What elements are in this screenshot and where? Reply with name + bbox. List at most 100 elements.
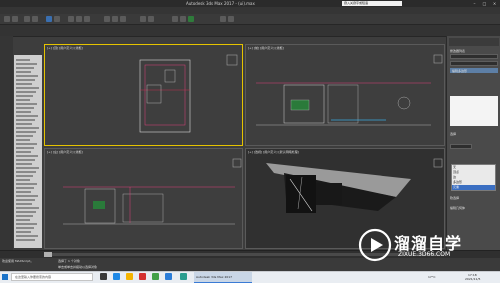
left-view-drawing [63, 158, 242, 225]
scene-explorer-row[interactable] [16, 143, 37, 145]
viewport-left[interactable]: [+] [左] [用户定义] [线框] [44, 148, 243, 249]
dropdown-options-list[interactable]: 无 顶点 边 多边形 元素 [451, 164, 496, 191]
scene-explorer-row[interactable] [16, 187, 34, 189]
scene-explorer-row[interactable] [16, 199, 35, 201]
align-icon[interactable] [148, 16, 154, 22]
scene-explorer-row[interactable] [16, 71, 31, 73]
scene-explorer-row[interactable] [16, 231, 31, 233]
modifier-stack-item[interactable]: 编辑多边形 [450, 68, 498, 73]
rollout-soft-selection[interactable]: 软选择 [450, 196, 459, 200]
scene-explorer-row[interactable] [16, 91, 36, 93]
angle-snap-icon[interactable] [112, 16, 118, 22]
play-logo-icon [358, 228, 392, 262]
scale-icon[interactable] [84, 16, 90, 22]
material-editor-icon[interactable] [172, 16, 178, 22]
edge-browser-icon[interactable] [113, 273, 120, 280]
select-region-icon[interactable] [54, 16, 60, 22]
weather-temp[interactable]: 17°C [428, 275, 435, 279]
scene-explorer-row[interactable] [16, 203, 32, 205]
app-icon-blue[interactable] [165, 273, 172, 280]
scene-explorer-row[interactable] [16, 175, 33, 177]
scene-explorer-row[interactable] [16, 123, 32, 125]
scene-explorer-row[interactable] [16, 103, 37, 105]
scene-explorer-row[interactable] [16, 127, 39, 129]
scene-explorer-row[interactable] [16, 99, 30, 101]
time-slider-handle[interactable] [44, 252, 52, 257]
scene-explorer-row[interactable] [16, 163, 32, 165]
scene-explorer-row[interactable] [16, 119, 35, 121]
task-view-icon[interactable] [100, 273, 107, 280]
3dsmax-icon[interactable] [180, 273, 187, 280]
app-icon-green[interactable] [152, 273, 159, 280]
scene-explorer-row[interactable] [16, 211, 36, 213]
scene-explorer-row[interactable] [16, 63, 37, 65]
object-name-field[interactable] [450, 54, 498, 59]
move-icon[interactable] [68, 16, 74, 22]
minimize-button[interactable]: – [470, 1, 479, 6]
scene-explorer-row[interactable] [16, 111, 31, 113]
scene-explorer-row[interactable] [16, 115, 38, 117]
close-button[interactable]: × [490, 1, 499, 6]
scene-explorer-row[interactable] [16, 151, 31, 153]
modifier-list-dropdown[interactable] [450, 61, 498, 66]
scene-explorer-row[interactable] [16, 107, 34, 109]
windows-start-icon[interactable] [2, 274, 8, 280]
modifier-stack-list[interactable] [450, 96, 498, 126]
scene-explorer-row[interactable] [16, 159, 35, 161]
viewport-top[interactable]: [+] [顶] [用户定义] [线框] [44, 44, 243, 146]
render-icon[interactable] [188, 16, 194, 22]
rollout-edit-geometry[interactable]: 编辑几何体 [450, 206, 465, 210]
scene-explorer[interactable] [14, 55, 42, 248]
file-explorer-icon[interactable] [126, 273, 133, 280]
app-icon-red[interactable] [139, 273, 146, 280]
clock-date[interactable]: 2021/11/5 [465, 277, 480, 281]
scene-explorer-row[interactable] [16, 131, 36, 133]
rollout-selection[interactable]: 选择 [450, 132, 456, 136]
scene-explorer-row[interactable] [16, 195, 38, 197]
scene-explorer-row[interactable] [16, 191, 31, 193]
percent-snap-icon[interactable] [120, 16, 126, 22]
undo-icon[interactable] [4, 16, 10, 22]
link-icon[interactable] [24, 16, 30, 22]
viewport-front[interactable]: [+] [前] [用户定义] [线框] [245, 44, 445, 146]
scene-explorer-row[interactable] [16, 207, 39, 209]
scene-explorer-row[interactable] [16, 75, 38, 77]
maximize-button[interactable]: □ [480, 1, 489, 6]
scene-explorer-row[interactable] [16, 147, 34, 149]
taskbar-search-box[interactable]: 在这里输入你要搜索的内容 [11, 273, 93, 281]
unlink-icon[interactable] [32, 16, 38, 22]
scene-explorer-row[interactable] [16, 79, 35, 81]
command-panel-tabs[interactable] [449, 38, 499, 46]
scene-explorer-row[interactable] [16, 59, 30, 61]
curve-editor-icon[interactable] [220, 16, 226, 22]
scene-explorer-row[interactable] [16, 215, 33, 217]
render-setup-icon[interactable] [180, 16, 186, 22]
dropdown-option-4[interactable]: 元素 [452, 185, 495, 190]
selection-field[interactable] [450, 144, 472, 149]
scene-explorer-row[interactable] [16, 67, 34, 69]
scene-explorer-row[interactable] [16, 235, 38, 237]
scene-explorer-row[interactable] [16, 135, 33, 137]
scene-explorer-row[interactable] [16, 223, 37, 225]
scene-explorer-row[interactable] [16, 167, 39, 169]
scene-explorer-row[interactable] [16, 95, 33, 97]
select-icon[interactable] [46, 16, 52, 22]
scene-explorer-row[interactable] [16, 239, 35, 241]
schematic-view-icon[interactable] [228, 16, 234, 22]
search-input[interactable]: 键入关键字或短语 [342, 1, 402, 6]
scene-explorer-row[interactable] [16, 219, 30, 221]
redo-icon[interactable] [12, 16, 18, 22]
mirror-icon[interactable] [140, 16, 146, 22]
rotate-icon[interactable] [76, 16, 82, 22]
maxscript-listener[interactable]: 欢迎使用 MAXScript。 [2, 259, 33, 263]
scene-explorer-row[interactable] [16, 171, 36, 173]
scene-explorer-row[interactable] [16, 179, 30, 181]
scene-explorer-row[interactable] [16, 139, 30, 141]
scene-explorer-row[interactable] [16, 83, 32, 85]
scene-explorer-row[interactable] [16, 87, 39, 89]
scene-explorer-row[interactable] [16, 227, 34, 229]
scene-explorer-row[interactable] [16, 155, 38, 157]
scene-explorer-row[interactable] [16, 183, 37, 185]
snap-icon[interactable] [104, 16, 110, 22]
taskbar-active-app[interactable]: Autodesk 3ds Max 2017 [194, 272, 252, 283]
